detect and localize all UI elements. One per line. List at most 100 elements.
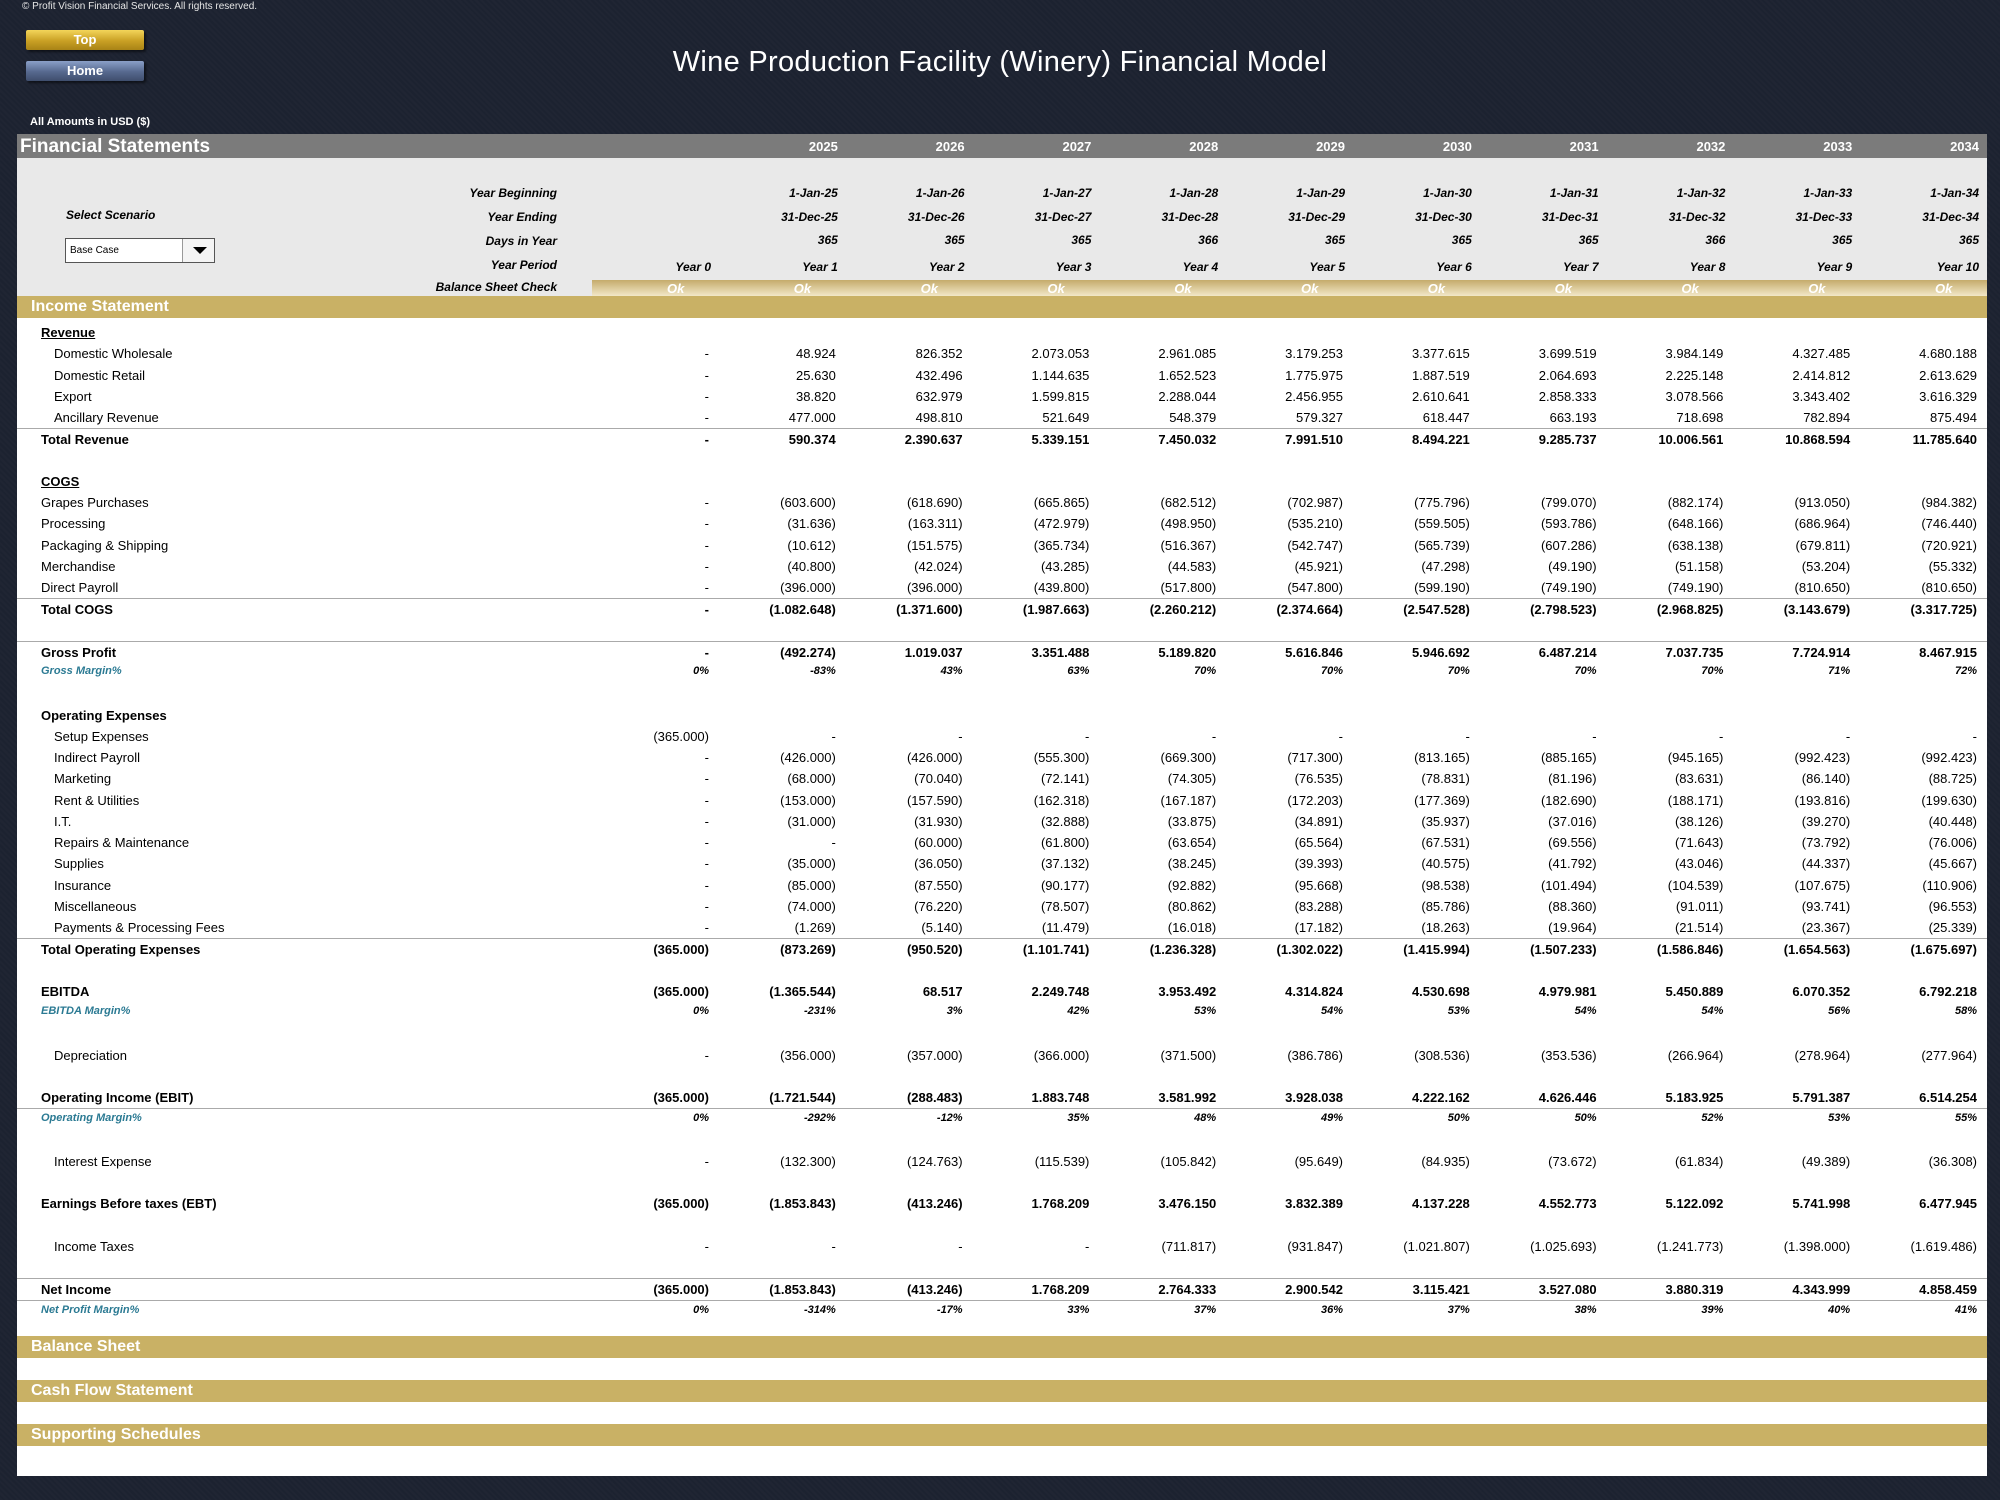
value-cell: (749.190) bbox=[1667, 580, 1724, 595]
value-cell: 1.768.209 bbox=[1031, 1196, 1090, 1212]
value-cell: (308.536) bbox=[1414, 1047, 1470, 1063]
value-cell: 4.530.698 bbox=[1411, 983, 1470, 999]
year-ending-cell: 31-Dec-32 bbox=[1668, 210, 1726, 224]
value-cell: (665.865) bbox=[1033, 495, 1090, 510]
value-cell: (43.285) bbox=[1040, 558, 1090, 574]
value-cell: (1.241.773) bbox=[1656, 1238, 1724, 1254]
value-cell: (35.937) bbox=[1421, 813, 1470, 829]
value-cell: 42% bbox=[1067, 1005, 1090, 1017]
year-beginning-label: Year Beginning bbox=[469, 186, 557, 200]
value-cell: - bbox=[704, 388, 709, 404]
year-ending-cell: 31-Dec-26 bbox=[907, 210, 965, 224]
value-cell: (1.721.544) bbox=[769, 1090, 836, 1105]
value-cell: - bbox=[831, 728, 836, 744]
value-cell: 782.894 bbox=[1803, 410, 1851, 425]
row-label: Marketing bbox=[54, 771, 112, 787]
value-cell: (199.630) bbox=[1921, 792, 1977, 808]
value-cell: (749.190) bbox=[1540, 580, 1597, 595]
line-item-row: Repairs & Maintenance - - (60.000) (61.800) (… bbox=[17, 832, 1987, 853]
days-in-year-label: Days in Year bbox=[485, 234, 557, 248]
income-statement-header[interactable]: Income Statement bbox=[17, 296, 1987, 318]
year-period-cell: Year 5 bbox=[1309, 260, 1345, 274]
row-label: Total Operating Expenses bbox=[41, 942, 201, 958]
row-label: Net Profit Margin% bbox=[41, 1303, 140, 1316]
value-cell: 826.352 bbox=[915, 346, 963, 362]
value-cell: 43% bbox=[940, 665, 963, 677]
value-cell: 2.064.693 bbox=[1538, 367, 1597, 383]
section-header-balance-sheet[interactable]: Balance Sheet bbox=[17, 1336, 1987, 1358]
year-ending-label: Year Ending bbox=[487, 210, 557, 224]
value-cell: 718.698 bbox=[1676, 410, 1724, 425]
balance-sheet-check-label: Balance Sheet Check bbox=[435, 280, 557, 294]
days-cell: 365 bbox=[1324, 233, 1345, 247]
section-header-cash-flow-statement[interactable]: Cash Flow Statement bbox=[17, 1380, 1987, 1402]
scenario-dropdown[interactable]: Base Case bbox=[65, 238, 215, 263]
line-item-row: Domestic Retail - 25.630 432.496 1.144.635 1.… bbox=[17, 365, 1987, 386]
value-cell: (555.300) bbox=[1033, 750, 1090, 765]
value-cell: (45.921) bbox=[1294, 558, 1343, 574]
value-cell: (49.190) bbox=[1548, 558, 1597, 574]
year-beginning-cell: 1-Jan-29 bbox=[1296, 186, 1345, 200]
value-cell: 4.858.459 bbox=[1919, 1282, 1977, 1298]
line-item-row: Miscellaneous - (74.000) (76.220) (78.507) (8… bbox=[17, 896, 1987, 917]
value-cell: 6.487.214 bbox=[1538, 644, 1597, 660]
value-cell: 5.183.925 bbox=[1665, 1090, 1724, 1105]
value-cell: (76.535) bbox=[1294, 771, 1343, 787]
line-item-row: Processing - (31.636) (163.311) (472.979) (49… bbox=[17, 513, 1987, 534]
value-cell: 2.613.629 bbox=[1919, 367, 1977, 383]
value-cell: (42.024) bbox=[914, 558, 963, 574]
line-item-row: Gross Profit - (492.274) 1.019.037 3.351.488… bbox=[17, 640, 1987, 662]
value-cell: (931.847) bbox=[1287, 1238, 1343, 1254]
row-label: Operating Income (EBIT) bbox=[41, 1090, 194, 1105]
value-cell: - bbox=[1211, 728, 1217, 744]
value-cell: (1.269) bbox=[794, 920, 836, 935]
value-cell: 72% bbox=[1954, 665, 1977, 677]
balance-check-cell: Ok bbox=[1047, 281, 1065, 296]
row-label: Depreciation bbox=[54, 1047, 127, 1063]
value-cell: (365.000) bbox=[653, 1282, 709, 1298]
value-cell: 6.070.352 bbox=[1792, 983, 1851, 999]
value-cell: 5.616.846 bbox=[1285, 644, 1343, 660]
value-cell: 7.724.914 bbox=[1792, 644, 1851, 660]
balance-check-cell: Ok bbox=[667, 281, 685, 296]
value-cell: 1.019.037 bbox=[904, 644, 963, 660]
value-cell: (39.270) bbox=[1801, 813, 1851, 829]
value-cell: (2.547.528) bbox=[1403, 602, 1470, 618]
value-cell: (16.018) bbox=[1167, 920, 1217, 935]
section-header-supporting-schedules[interactable]: Supporting Schedules bbox=[17, 1424, 1987, 1446]
row-label: Insurance bbox=[54, 877, 112, 893]
chevron-down-icon[interactable] bbox=[182, 239, 214, 262]
value-cell: (69.556) bbox=[1548, 835, 1597, 850]
year-period-cell: Year 1 bbox=[802, 260, 838, 274]
year-ending-cell: 31-Dec-25 bbox=[781, 210, 838, 224]
balance-check-cell: Ok bbox=[1174, 281, 1192, 296]
value-cell: (1.654.563) bbox=[1783, 942, 1851, 958]
value-cell: 0% bbox=[693, 665, 709, 677]
value-cell: - bbox=[704, 432, 709, 448]
value-cell: (810.650) bbox=[1794, 580, 1851, 595]
value-cell: (43.046) bbox=[1674, 856, 1724, 872]
year-header: 2030 bbox=[1442, 139, 1472, 154]
value-cell: 70% bbox=[1574, 665, 1597, 677]
value-cell: (1.302.022) bbox=[1276, 942, 1344, 958]
value-cell: (426.000) bbox=[906, 750, 963, 765]
value-cell: (603.600) bbox=[780, 495, 836, 510]
value-cell: 0% bbox=[693, 1112, 709, 1125]
value-cell: - bbox=[704, 495, 709, 510]
value-cell: 48% bbox=[1194, 1112, 1217, 1125]
value-cell: 38% bbox=[1574, 1303, 1597, 1316]
currency-note: All Amounts in USD ($) bbox=[30, 116, 150, 128]
row-label: Setup Expenses bbox=[54, 728, 149, 744]
value-cell: (720.921) bbox=[1921, 537, 1977, 553]
year-ending-cell: 31-Dec-34 bbox=[1922, 210, 1979, 224]
year-beginning-cell: 1-Jan-32 bbox=[1676, 186, 1726, 200]
value-cell: (717.300) bbox=[1287, 750, 1343, 765]
line-item-row: Export - 38.820 632.979 1.599.815 2.288.044 2.… bbox=[17, 386, 1987, 407]
row-label: Operating Margin% bbox=[41, 1112, 142, 1125]
row-label: Packaging & Shipping bbox=[41, 537, 169, 553]
value-cell: 5.189.820 bbox=[1158, 644, 1217, 660]
value-cell: (182.690) bbox=[1540, 792, 1597, 808]
value-cell: (31.636) bbox=[787, 516, 836, 532]
value-cell: 54% bbox=[1574, 1005, 1597, 1017]
year-ending-cell: 31-Dec-29 bbox=[1288, 210, 1345, 224]
